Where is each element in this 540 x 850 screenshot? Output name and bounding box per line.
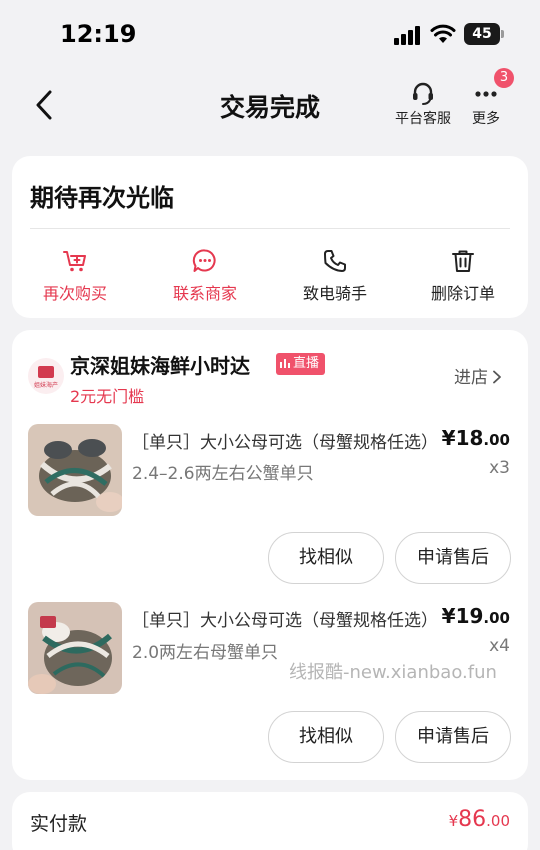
shop-coupon: 2元无门槛 [70,387,145,406]
wifi-icon [430,24,456,43]
live-badge: 直播 [276,353,326,375]
contact-merchant-label: 联系商家 [172,284,237,303]
battery-level: 45 [464,23,500,45]
delete-order-label: 删除订单 [430,284,495,303]
product-title[interactable]: ［单只］大小公母可选（母蟹规格任选） [132,606,442,631]
notification-badge: 3 [494,68,514,88]
product-quantity: x3 [489,458,510,478]
order-detail-card: 姐妹海产 京深姐妹海鲜小时达 直播 2元无门槛 进店 ［单只］大小公母可选（母蟹… [12,330,528,780]
call-rider-label: 致电骑手 [302,284,367,303]
shop-logo[interactable]: 姐妹海产 [28,358,64,394]
product-image[interactable] [28,424,122,516]
order-status-card: 期待再次光临 再次购买 联系商家 致电骑手 删除订单 [12,156,528,318]
shop-logo-text: 姐妹海产 [33,382,58,389]
chevron-right-icon [493,370,501,384]
price-integer: 18 [455,426,484,450]
chat-bubble-icon [192,249,216,272]
payment-integer: 86 [458,807,487,832]
signal-icon [394,26,420,45]
payment-amount: ¥86.00 [449,807,510,832]
after-sale-button[interactable]: 申请售后 [395,532,511,584]
price-decimal: .00 [483,609,510,627]
price-currency: ¥ [441,426,456,450]
watermark-text: 线报酷-new.xianbao.fun [289,662,497,683]
price-currency: ¥ [441,604,456,628]
find-similar-button[interactable]: 找相似 [268,711,384,763]
delete-order-button[interactable]: 删除订单 [408,248,518,304]
status-time: 12:19 [60,20,137,48]
page-title: 交易完成 [219,93,320,122]
enter-shop-button[interactable]: 进店 [454,363,502,388]
buy-again-label: 再次购买 [42,284,107,303]
product-image[interactable] [28,602,122,694]
more-label: 更多 [472,111,500,127]
after-sale-button[interactable]: 申请售后 [395,711,511,763]
customer-service-button[interactable]: 平台客服 [392,80,454,128]
payment-decimal: .00 [486,812,510,830]
payment-currency: ¥ [448,812,459,830]
customer-service-label: 平台客服 [395,111,451,127]
product-spec: 2.0两左右母蟹单只 [132,643,279,663]
live-bars-icon [280,359,290,368]
trash-icon [452,250,474,272]
product-spec: 2.4–2.6两左右公蟹单只 [132,464,314,484]
call-rider-button[interactable]: 致电骑手 [280,248,390,304]
nav-bar: 交易完成 平台客服 更多 [0,66,540,146]
payment-card: 实付款 ¥86.00 [12,792,528,850]
payment-label: 实付款 [30,813,88,835]
product-quantity: x4 [489,636,510,656]
find-similar-button[interactable]: 找相似 [268,532,384,584]
phone-icon [324,250,346,272]
shop-name[interactable]: 京深姐妹海鲜小时达 [70,350,250,379]
live-label: 直播 [293,356,320,371]
contact-merchant-button[interactable]: 联系商家 [150,248,260,304]
divider [30,228,510,229]
cart-plus-icon [63,251,86,272]
buy-again-button[interactable]: 再次购买 [20,248,130,304]
product-title[interactable]: ［单只］大小公母可选（母蟹规格任选） [132,428,442,453]
status-message: 期待再次光临 [30,184,174,212]
product-price: ¥19.00 [442,604,510,628]
battery-icon: 45 [464,23,504,45]
price-decimal: .00 [483,431,510,449]
status-bar: 12:19 45 [0,0,540,66]
enter-shop-label: 进店 [454,368,488,388]
product-price: ¥18.00 [442,426,510,450]
price-integer: 19 [455,604,484,628]
headset-icon [413,82,433,105]
